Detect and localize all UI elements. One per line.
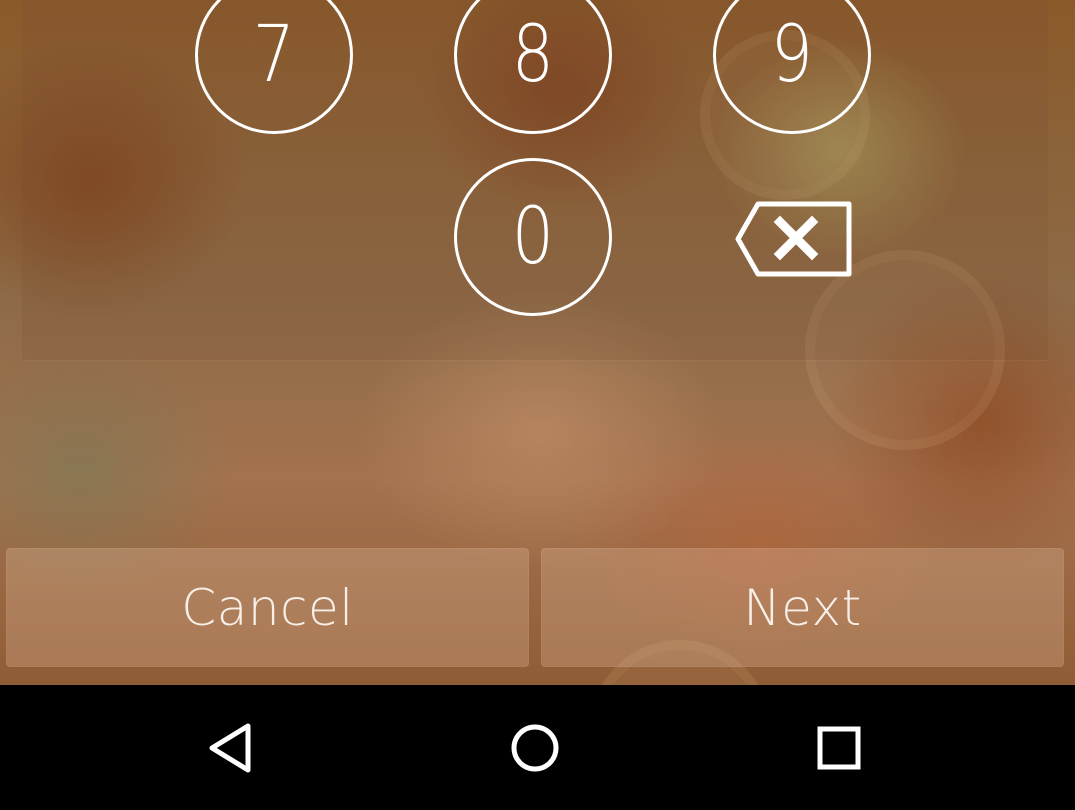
key-8-label: 8 <box>511 10 555 100</box>
home-circle-icon <box>511 724 559 772</box>
backspace-button[interactable] <box>734 200 854 278</box>
next-button[interactable]: Next <box>541 548 1064 667</box>
nav-recents-button[interactable] <box>796 705 882 791</box>
nav-back-button[interactable] <box>189 705 275 791</box>
back-triangle-icon <box>209 723 251 773</box>
backspace-icon <box>735 201 852 277</box>
key-0-label: 0 <box>511 192 555 282</box>
key-7-label: 7 <box>252 10 296 100</box>
recents-square-icon <box>817 726 861 770</box>
nav-home-button[interactable] <box>492 705 578 791</box>
cancel-button[interactable]: Cancel <box>6 548 529 667</box>
key-0[interactable]: 0 <box>454 158 612 316</box>
key-9-label: 9 <box>770 10 814 100</box>
navigation-bar <box>0 685 1075 810</box>
pin-entry-screen: 7 8 9 0 Cancel Next <box>0 0 1075 810</box>
next-button-label: Next <box>743 578 862 637</box>
cancel-button-label: Cancel <box>181 578 354 637</box>
